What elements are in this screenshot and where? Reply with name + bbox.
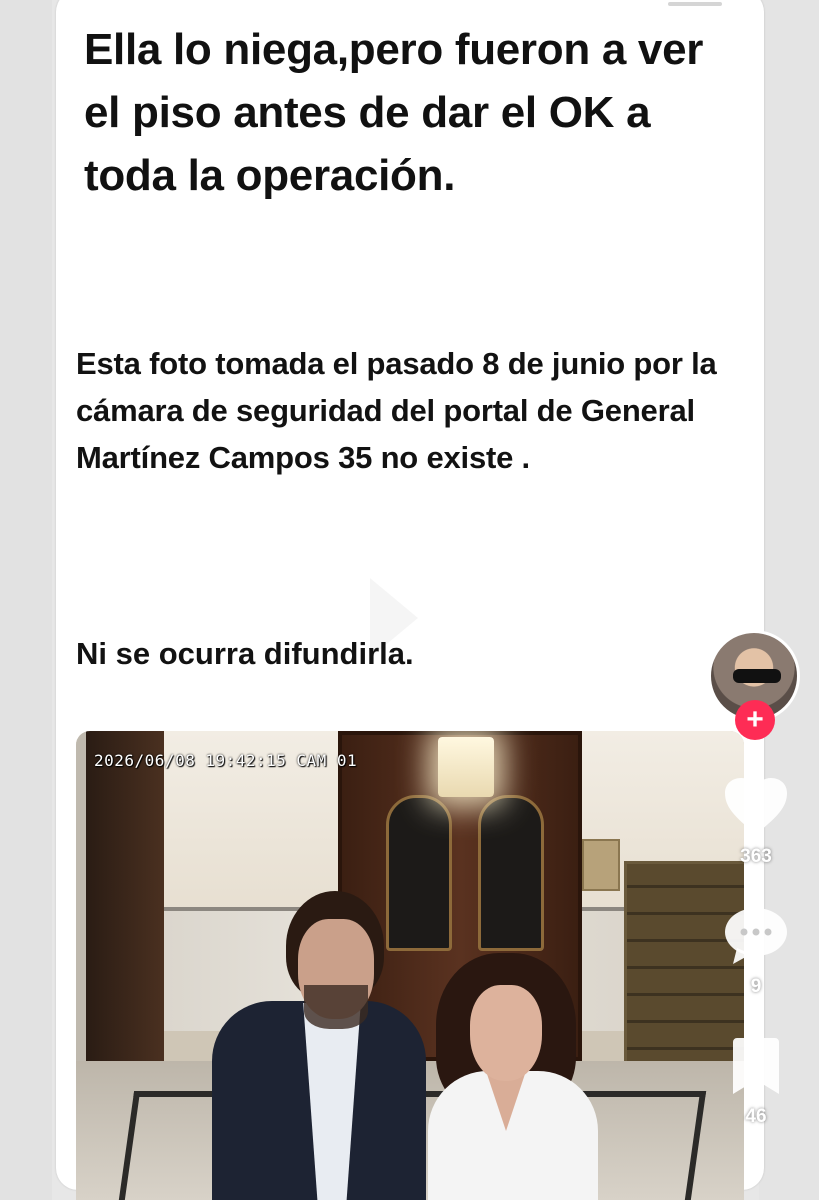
post-headline: Ella lo niega,pero fueron a ver el piso …	[84, 25, 704, 200]
cctv-timestamp: 2026/06/08 19:42:15 CAM 01	[94, 751, 367, 770]
left-backdrop	[0, 0, 52, 1200]
bookmark-icon	[733, 1038, 779, 1094]
photo-man-beard	[304, 985, 368, 1029]
screen: Ella lo niega,pero fueron a ver el piso …	[0, 0, 819, 1200]
drag-handle-right	[668, 2, 722, 6]
photo-door-window	[386, 795, 452, 951]
right-backdrop	[759, 0, 819, 1200]
post-body: Esta foto tomada el pasado 8 de junio po…	[76, 346, 717, 475]
follow-button[interactable]: +	[735, 700, 775, 740]
like-count: 363	[740, 846, 772, 867]
comment-icon	[725, 908, 787, 964]
post-warning: Ni se ocurra difundirla.	[76, 636, 414, 671]
heart-icon	[725, 778, 787, 834]
cctv-camera: CAM 01	[296, 751, 358, 770]
photo-plaque	[582, 839, 620, 891]
photo-lamp	[438, 737, 494, 797]
photo-left-door	[86, 731, 164, 1091]
comment-button[interactable]	[718, 906, 794, 966]
bookmark-button[interactable]	[718, 1036, 794, 1096]
cctv-time: 19:42:15	[205, 751, 287, 770]
cctv-photo: 2026/06/08 19:42:15 CAM 01	[76, 731, 744, 1200]
comment-count: 9	[750, 976, 762, 997]
cctv-date: 2026/06/08	[94, 751, 196, 770]
photo-woman-face	[470, 985, 542, 1081]
like-button[interactable]	[718, 776, 794, 840]
photo-door-window	[478, 795, 544, 951]
avatar-glasses	[733, 669, 781, 683]
bookmark-count: 46	[745, 1106, 767, 1127]
